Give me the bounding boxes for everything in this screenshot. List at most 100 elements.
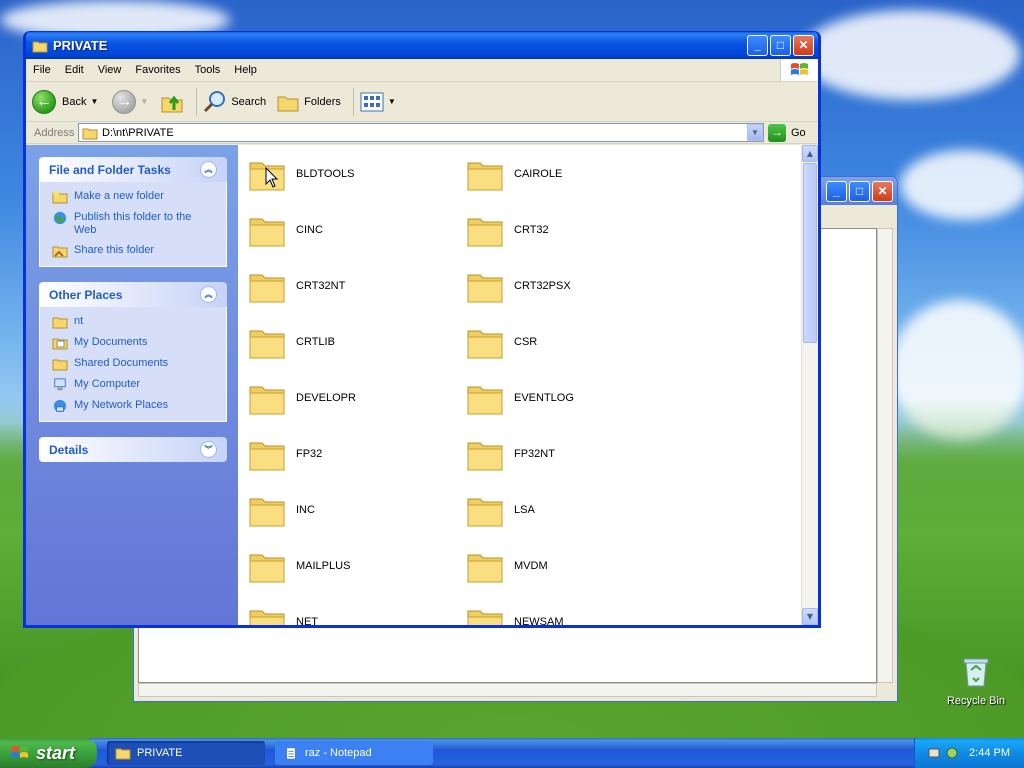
folder-name: CSR [514, 336, 538, 348]
folder-name: DEVELOPR [296, 392, 356, 404]
views-button[interactable]: ▼ [360, 92, 396, 112]
clock[interactable]: 2:44 PM [969, 747, 1010, 759]
notepad-horizontal-scrollbar[interactable] [138, 683, 877, 697]
menu-tools[interactable]: Tools [188, 64, 228, 76]
menu-file[interactable]: File [26, 64, 58, 76]
folder-icon [467, 554, 503, 583]
panel-header[interactable]: Details ︾ [39, 437, 227, 462]
publish-web-link[interactable]: Publish this folder to the Web [52, 211, 216, 237]
place-my-network-places-link[interactable]: My Network Places [52, 399, 216, 413]
menu-help[interactable]: Help [227, 64, 264, 76]
address-input[interactable]: D:\nt\PRIVATE ▼ [78, 123, 764, 142]
up-button[interactable] [160, 90, 184, 114]
go-button[interactable]: → Go [768, 123, 814, 142]
folder-icon [249, 498, 285, 527]
folder-item[interactable]: INC [248, 490, 466, 530]
shared-folder-icon [52, 246, 68, 258]
folders-button[interactable]: Folders [276, 91, 341, 113]
folder-content-view[interactable]: BLDTOOLS CAIROLE CINC CRT32 CRT32NT CRT32PSX C… [238, 145, 818, 625]
panel-body: nt My Documents Shared Documents My Comp… [39, 307, 227, 422]
folder-icon [467, 442, 503, 471]
notepad-vertical-scrollbar[interactable] [877, 228, 893, 683]
folder-item[interactable]: CAIROLE [466, 154, 684, 194]
folder-item[interactable]: EVENTLOG [466, 378, 684, 418]
folder-item[interactable]: LSA [466, 490, 684, 530]
vertical-scrollbar[interactable]: ▲ ▼ [801, 145, 818, 625]
address-path: D:\nt\PRIVATE [102, 126, 174, 139]
place-my-computer-link[interactable]: My Computer [52, 378, 216, 392]
minimize-button[interactable]: _ [747, 35, 768, 56]
chevron-up-icon[interactable]: ︽ [200, 161, 217, 178]
minimize-button[interactable]: _ [826, 180, 847, 202]
task-pane: File and Folder Tasks ︽ Make a new folde… [26, 145, 238, 625]
panel-header[interactable]: Other Places ︽ [39, 282, 227, 307]
chevron-down-icon[interactable]: ▼ [747, 124, 763, 141]
taskbar-item-notepad[interactable]: raz - Notepad [275, 741, 433, 765]
search-button[interactable]: Search [203, 90, 266, 114]
folder-item[interactable]: CRT32PSX [466, 266, 684, 306]
maximize-button[interactable]: □ [770, 35, 791, 56]
close-button[interactable]: ✕ [872, 180, 893, 202]
maximize-button[interactable]: □ [849, 180, 870, 202]
chevron-down-icon[interactable]: ▼ [388, 97, 396, 106]
forward-button[interactable]: → ▼ [112, 89, 148, 114]
folder-name: BLDTOOLS [296, 168, 355, 180]
folder-item[interactable]: CSR [466, 322, 684, 362]
chevron-down-icon[interactable]: ▼ [90, 97, 98, 106]
close-button[interactable]: ✕ [793, 35, 814, 56]
folder-name: EVENTLOG [514, 392, 574, 404]
folder-item[interactable]: MAILPLUS [248, 546, 466, 586]
scroll-thumb[interactable] [803, 163, 817, 343]
make-new-folder-link[interactable]: Make a new folder [52, 190, 216, 204]
panel-title: Other Places [49, 287, 123, 302]
folder-item[interactable]: FP32 [248, 434, 466, 474]
notepad-icon [286, 747, 296, 760]
explorer-titlebar[interactable]: PRIVATE _ □ ✕ [26, 32, 818, 59]
recycle-bin-icon [963, 658, 989, 687]
folder-item[interactable]: FP32NT [466, 434, 684, 474]
scroll-up-icon[interactable]: ▲ [802, 145, 818, 162]
folder-item[interactable]: CRTLIB [248, 322, 466, 362]
tray-network-icon[interactable] [945, 746, 959, 760]
taskbar-item-private[interactable]: PRIVATE [107, 741, 265, 765]
folder-item[interactable]: BLDTOOLS [248, 154, 466, 194]
forward-arrow-icon: → [112, 89, 137, 114]
folder-item[interactable]: NET [248, 602, 466, 625]
folder-name: FP32 [296, 448, 323, 460]
folder-icon [32, 41, 48, 52]
folder-item[interactable]: CINC [248, 210, 466, 250]
folder-name: CAIROLE [514, 168, 563, 180]
toolbar-separator [352, 87, 354, 116]
folder-item[interactable]: CRT32NT [248, 266, 466, 306]
start-button[interactable]: start [0, 738, 97, 768]
go-arrow-icon: → [768, 123, 786, 142]
folder-item[interactable]: MVDM [466, 546, 684, 586]
folder-item[interactable]: NEWSAM [466, 602, 684, 625]
computer-icon [54, 378, 66, 391]
back-button[interactable]: ← Back ▼ [32, 89, 98, 114]
toolbar-separator [196, 87, 198, 116]
share-folder-link[interactable]: Share this folder [52, 244, 216, 258]
menu-view[interactable]: View [91, 64, 129, 76]
address-bar: Address D:\nt\PRIVATE ▼ → Go [26, 122, 818, 144]
panel-header[interactable]: File and Folder Tasks ︽ [39, 157, 227, 182]
folder-up-icon [161, 95, 183, 112]
tray-tool-icon[interactable] [927, 746, 941, 760]
place-my-documents-link[interactable]: My Documents [52, 336, 216, 350]
taskbar: start PRIVATE raz - Notepad 2:44 PM [0, 738, 1024, 768]
place-nt-link[interactable]: nt [52, 315, 216, 329]
place-shared-documents-link[interactable]: Shared Documents [52, 357, 216, 371]
recycle-bin[interactable]: Recycle Bin [944, 656, 1008, 707]
folder-item[interactable]: DEVELOPR [248, 378, 466, 418]
chevron-up-icon[interactable]: ︽ [200, 286, 217, 303]
explorer-window[interactable]: PRIVATE _ □ ✕ File Edit View Favorites T… [23, 31, 821, 628]
folder-name: MAILPLUS [296, 560, 351, 572]
chevron-down-icon[interactable]: ︾ [200, 441, 217, 458]
link-label: My Documents [74, 336, 148, 348]
folder-icon [249, 386, 285, 415]
menu-edit[interactable]: Edit [58, 64, 91, 76]
menu-favorites[interactable]: Favorites [128, 64, 187, 76]
scroll-down-icon[interactable]: ▼ [802, 608, 818, 625]
folder-item[interactable]: CRT32 [466, 210, 684, 250]
chevron-down-icon[interactable]: ▼ [140, 97, 148, 106]
